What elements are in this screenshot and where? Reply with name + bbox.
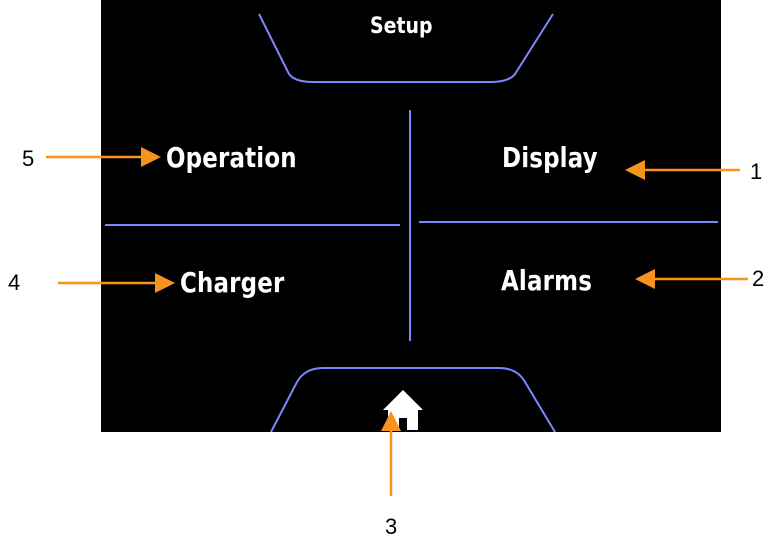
callout-number-3: 3 <box>385 514 398 539</box>
callout-number-4: 4 <box>8 270 21 295</box>
callout-arrows <box>46 147 748 496</box>
callout-number-2: 2 <box>752 266 765 291</box>
setup-screen-figure: Setup Operation Display Charger Alarms 5 <box>0 0 768 540</box>
callout-number-5: 5 <box>22 146 35 171</box>
callout-number-1: 1 <box>750 159 763 184</box>
